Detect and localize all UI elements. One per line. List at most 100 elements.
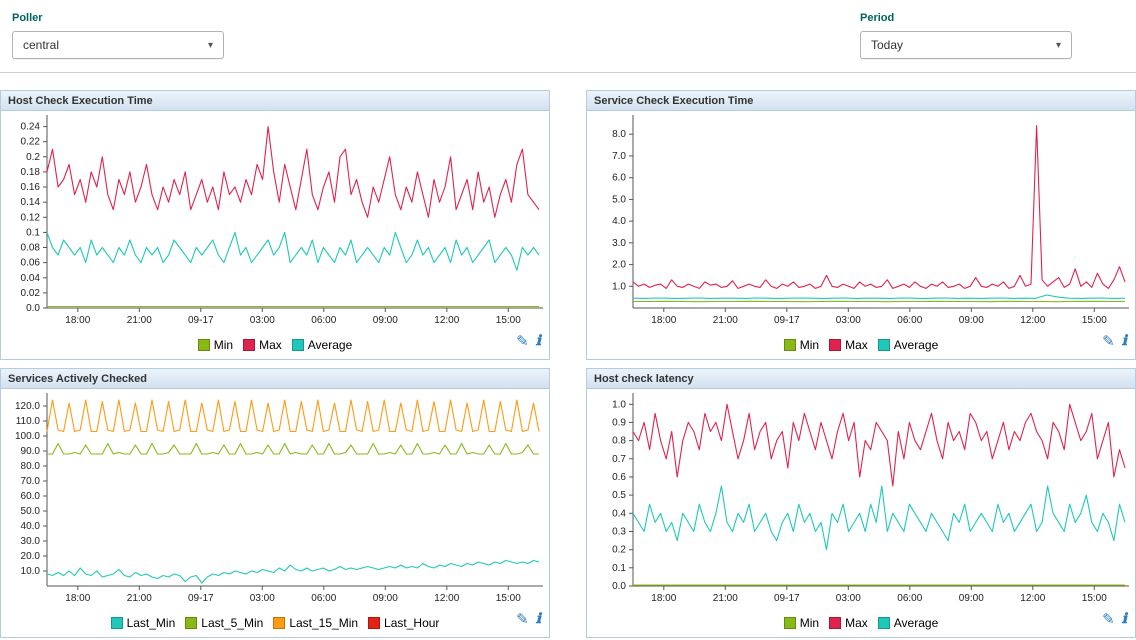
svg-text:0.1: 0.1 [26, 227, 40, 238]
period-label: Period [860, 12, 1072, 24]
legend-item-max: Max [829, 616, 868, 630]
legend-label: Min [800, 338, 819, 352]
svg-text:0.02: 0.02 [21, 288, 41, 299]
svg-text:0.7: 0.7 [612, 454, 626, 465]
legend-label: Average [308, 338, 352, 352]
svg-text:100.0: 100.0 [15, 431, 40, 442]
svg-text:40.0: 40.0 [21, 521, 41, 532]
chart-canvas-service-check-execution-time[interactable]: 1.02.03.04.05.06.07.08.018:0021:0009-170… [587, 111, 1135, 331]
svg-text:18:00: 18:00 [65, 315, 90, 326]
info-icon[interactable]: ℹ [536, 335, 541, 349]
svg-text:7.0: 7.0 [612, 151, 626, 162]
poller-label: Poller [12, 12, 224, 24]
svg-text:70.0: 70.0 [21, 476, 41, 487]
svg-text:0.0: 0.0 [612, 581, 626, 592]
panel-footer: MinMaxAverage ✎ ℹ [587, 331, 1135, 359]
svg-text:0.5: 0.5 [612, 490, 626, 501]
svg-text:0.08: 0.08 [21, 243, 41, 254]
poller-filter: Poller central ▾ [12, 12, 224, 59]
svg-text:15:00: 15:00 [496, 593, 521, 604]
svg-text:20.0: 20.0 [21, 551, 41, 562]
svg-text:18:00: 18:00 [651, 315, 676, 326]
svg-text:90.0: 90.0 [21, 446, 41, 457]
svg-text:3.0: 3.0 [612, 238, 626, 249]
svg-text:2.0: 2.0 [612, 260, 626, 271]
edit-graph-icon[interactable]: ✎ [1102, 612, 1115, 627]
legend-label: Min [214, 338, 233, 352]
chart-legend: Last_Min Last_5_Min Last_15_Min Last_Hour [111, 616, 440, 630]
info-icon[interactable]: ℹ [536, 613, 541, 627]
svg-text:50.0: 50.0 [21, 506, 41, 517]
panel-footer: Min Max Average ✎ ℹ [587, 609, 1135, 637]
panel-icons: ✎ ℹ [516, 612, 541, 627]
svg-text:80.0: 80.0 [21, 461, 41, 472]
legend-item-min: Min [198, 338, 233, 352]
chart-canvas-services-actively-checked[interactable]: 10.020.030.040.050.060.070.080.090.0100.… [1, 389, 549, 609]
legend-swatch [292, 339, 304, 351]
filter-bar: Poller central ▾ Period Today ▾ [0, 0, 1136, 73]
panel-icons: ✎ ℹ [1102, 612, 1127, 627]
edit-graph-icon[interactable]: ✎ [516, 612, 529, 627]
edit-graph-icon[interactable]: ✎ [1102, 334, 1115, 349]
svg-text:120.0: 120.0 [15, 401, 40, 412]
edit-graph-icon[interactable]: ✎ [516, 334, 529, 349]
svg-text:5.0: 5.0 [612, 194, 626, 205]
chart-legend: MinMaxAverage [198, 338, 353, 352]
svg-text:0.24: 0.24 [21, 122, 41, 133]
legend-label: Max [845, 616, 868, 630]
chart-legend: MinMaxAverage [784, 338, 939, 352]
svg-text:09:00: 09:00 [959, 315, 984, 326]
info-icon[interactable]: ℹ [1122, 613, 1127, 627]
legend-swatch [198, 339, 210, 351]
legend-item-last_5_min: Last_5_Min [185, 616, 263, 630]
period-select[interactable]: Today ▾ [860, 31, 1072, 59]
svg-text:10.0: 10.0 [21, 566, 41, 577]
svg-text:06:00: 06:00 [897, 315, 922, 326]
svg-text:09-17: 09-17 [188, 593, 214, 604]
panel-header: Host Check Execution Time [1, 91, 549, 111]
info-icon[interactable]: ℹ [1122, 335, 1127, 349]
period-filter: Period Today ▾ [860, 12, 1072, 59]
legend-label: Average [894, 616, 938, 630]
panel-header: Services Actively Checked [1, 369, 549, 389]
legend-item-min: Min [784, 338, 819, 352]
svg-text:09:00: 09:00 [373, 593, 398, 604]
svg-text:21:00: 21:00 [127, 593, 152, 604]
svg-text:0.3: 0.3 [612, 527, 626, 538]
legend-swatch [829, 339, 841, 351]
svg-text:0.4: 0.4 [612, 508, 626, 519]
panel-header: Host check latency [587, 369, 1135, 389]
legend-item-last_min: Last_Min [111, 616, 176, 630]
poller-select[interactable]: central ▾ [12, 31, 224, 59]
svg-text:12:00: 12:00 [1020, 593, 1045, 604]
svg-text:8.0: 8.0 [612, 129, 626, 140]
svg-text:09-17: 09-17 [188, 315, 214, 326]
svg-text:06:00: 06:00 [311, 593, 336, 604]
svg-text:21:00: 21:00 [127, 315, 152, 326]
svg-text:18:00: 18:00 [651, 593, 676, 604]
chart-canvas-host-check-latency[interactable]: 0.00.10.20.30.40.50.60.70.80.91.018:0021… [587, 389, 1135, 609]
legend-label: Last_15_Min [289, 616, 358, 630]
svg-text:15:00: 15:00 [1082, 315, 1107, 326]
svg-text:0.16: 0.16 [21, 182, 41, 193]
panel-title: Host Check Execution Time [8, 95, 153, 107]
chevron-down-icon: ▾ [208, 40, 213, 51]
svg-text:60.0: 60.0 [21, 491, 41, 502]
svg-text:0.22: 0.22 [21, 137, 41, 148]
svg-text:18:00: 18:00 [65, 593, 90, 604]
svg-text:0.6: 0.6 [612, 472, 626, 483]
svg-text:0.18: 0.18 [21, 167, 41, 178]
legend-label: Last_Hour [384, 616, 439, 630]
svg-text:0.0: 0.0 [26, 303, 40, 314]
legend-item-min: Min [784, 616, 819, 630]
legend-label: Max [845, 338, 868, 352]
chart-canvas-host-check-execution-time[interactable]: 0.00.020.040.060.080.10.120.140.160.180.… [1, 111, 549, 331]
svg-text:06:00: 06:00 [897, 593, 922, 604]
legend-swatch [784, 339, 796, 351]
legend-swatch [784, 617, 796, 629]
legend-item-last_15_min: Last_15_Min [273, 616, 358, 630]
panel-host-check-latency: Host check latency 0.00.10.20.30.40.50.6… [586, 368, 1136, 638]
svg-text:0.04: 0.04 [21, 273, 41, 284]
poller-selected-value: central [23, 38, 59, 52]
legend-label: Min [800, 616, 819, 630]
